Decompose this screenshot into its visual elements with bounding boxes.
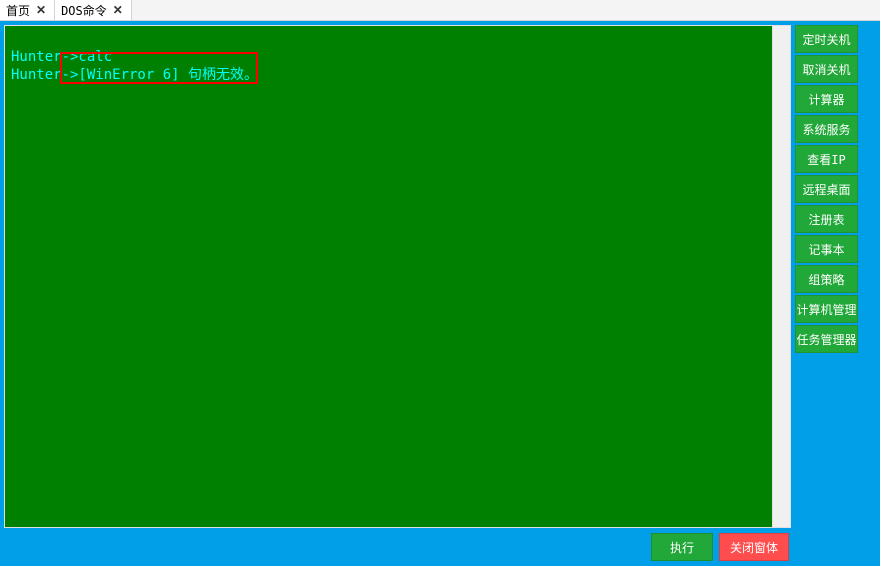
button-label: 关闭窗体 <box>730 539 778 556</box>
button-label: 记事本 <box>808 241 844 258</box>
tab-label: 首页 <box>6 2 30 19</box>
terminal-row: Hunter->calcHunter->[WinError 6] 句柄无效。 <box>4 25 791 528</box>
side-btn-task-manager[interactable]: 任务管理器 <box>795 325 858 353</box>
side-btn-cancel-shutdown[interactable]: 取消关机 <box>795 55 858 83</box>
outer-scrollbar[interactable] <box>862 21 880 566</box>
tab-dos-command[interactable]: DOS命令 ✕ <box>55 0 132 20</box>
tab-bar: 首页 ✕ DOS命令 ✕ <box>0 0 880 21</box>
side-toolbar: 定时关机 取消关机 计算器 系统服务 查看IP 远程桌面 注册表 记事本 组策略… <box>791 21 862 566</box>
close-icon[interactable]: ✕ <box>111 3 125 17</box>
terminal-panel: Hunter->calcHunter->[WinError 6] 句柄无效。 执… <box>0 21 791 566</box>
close-window-button[interactable]: 关闭窗体 <box>719 533 789 561</box>
button-label: 远程桌面 <box>802 181 850 198</box>
side-btn-view-ip[interactable]: 查看IP <box>795 145 858 173</box>
app-root: 首页 ✕ DOS命令 ✕ Hunter->calcHunter->[WinErr… <box>0 0 880 566</box>
terminal-output[interactable]: Hunter->calcHunter->[WinError 6] 句柄无效。 <box>4 25 773 528</box>
body: Hunter->calcHunter->[WinError 6] 句柄无效。 执… <box>0 21 880 566</box>
terminal-line: Hunter->[WinError 6] 句柄无效。 <box>11 66 766 84</box>
terminal-scrollbar[interactable] <box>773 25 791 528</box>
side-btn-system-services[interactable]: 系统服务 <box>795 115 858 143</box>
side-btn-shutdown-timer[interactable]: 定时关机 <box>795 25 858 53</box>
button-label: 注册表 <box>808 211 844 228</box>
button-label: 查看IP <box>807 151 845 168</box>
terminal-line: Hunter->calc <box>11 48 766 66</box>
button-label: 定时关机 <box>802 31 850 48</box>
tab-label: DOS命令 <box>61 2 107 19</box>
side-btn-notepad[interactable]: 记事本 <box>795 235 858 263</box>
tab-home[interactable]: 首页 ✕ <box>0 0 55 20</box>
button-label: 组策略 <box>808 271 844 288</box>
button-label: 取消关机 <box>802 61 850 78</box>
side-btn-registry[interactable]: 注册表 <box>795 205 858 233</box>
button-label: 执行 <box>670 539 694 556</box>
button-label: 计算器 <box>808 91 844 108</box>
execute-button[interactable]: 执行 <box>651 533 713 561</box>
side-btn-computer-management[interactable]: 计算机管理 <box>795 295 858 323</box>
button-label: 计算机管理 <box>796 301 856 318</box>
side-btn-group-policy[interactable]: 组策略 <box>795 265 858 293</box>
side-btn-remote-desktop[interactable]: 远程桌面 <box>795 175 858 203</box>
side-btn-calculator[interactable]: 计算器 <box>795 85 858 113</box>
bottom-bar: 执行 关闭窗体 <box>4 528 791 562</box>
button-label: 任务管理器 <box>796 331 856 348</box>
close-icon[interactable]: ✕ <box>34 3 48 17</box>
button-label: 系统服务 <box>802 121 850 138</box>
